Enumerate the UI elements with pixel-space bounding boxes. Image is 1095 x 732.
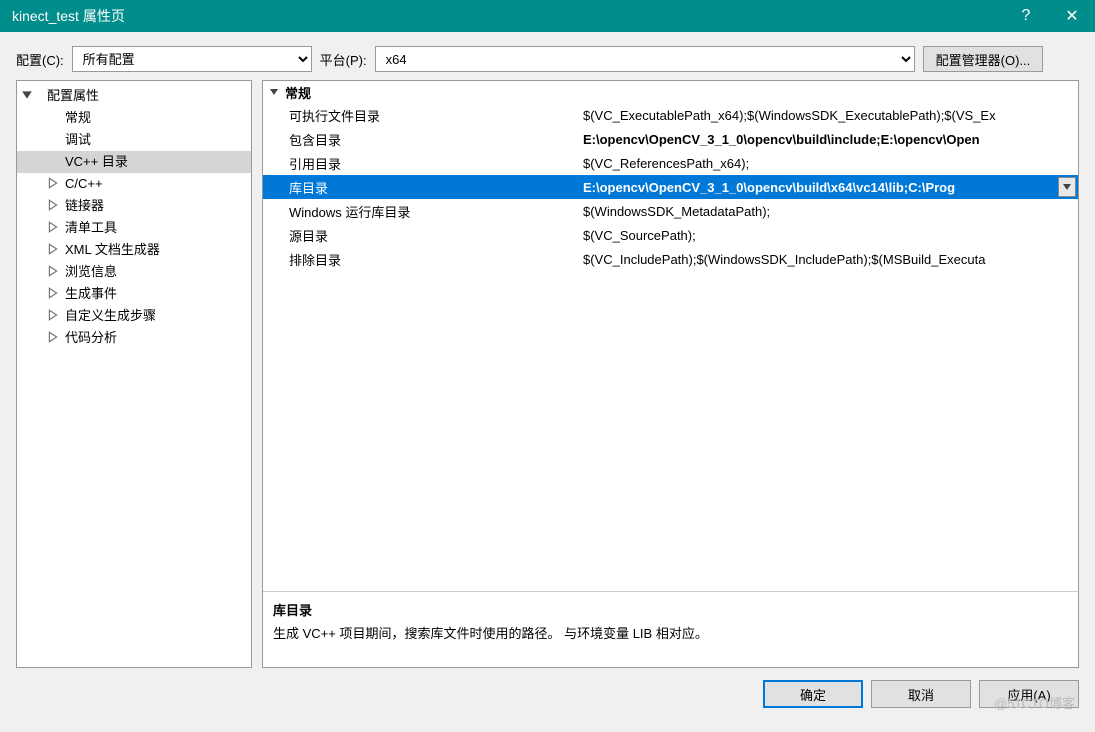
property-value[interactable]: $(WindowsSDK_MetadataPath); [583,204,1078,219]
apply-button[interactable]: 应用(A) [979,680,1079,708]
property-row[interactable]: 库目录E:\opencv\OpenCV_3_1_0\opencv\build\x… [263,175,1078,199]
tree-item-label: 清单工具 [65,220,117,235]
property-row[interactable]: 源目录$(VC_SourcePath); [263,223,1078,247]
property-key: Windows 运行库目录 [263,202,583,221]
tree-item-label: 链接器 [65,198,104,213]
property-value[interactable]: E:\opencv\OpenCV_3_1_0\opencv\build\incl… [583,132,1078,147]
property-key: 源目录 [263,226,583,245]
property-tree[interactable]: 配置属性 常规调试 VC++ 目录 C/C++ 链接器清单工具 XML 文档生成器浏览信… [16,80,252,668]
tree-item[interactable]: 自定义生成步骤 [17,305,251,327]
property-value[interactable]: E:\opencv\OpenCV_3_1_0\opencv\build\x64\… [583,180,1058,195]
property-value[interactable]: $(VC_ExecutablePath_x64);$(WindowsSDK_Ex… [583,108,1078,123]
tree-item[interactable]: VC++ 目录 [17,151,251,173]
tree-item[interactable]: XML 文档生成器 [17,239,251,261]
property-value[interactable]: $(VC_ReferencesPath_x64); [583,156,1078,171]
chevron-down-icon [269,87,279,97]
description-text: 生成 VC++ 项目期间，搜索库文件时使用的路径。 与环境变量 LIB 相对应。 [273,623,1068,642]
config-label: 配置(C): [16,50,64,69]
property-grid-panel: 常规 可执行文件目录$(VC_ExecutablePath_x64);$(Win… [262,80,1079,668]
dialog-buttons: 确定 取消 应用(A) [0,668,1095,708]
caret-right-icon [47,265,59,277]
tree-root[interactable]: 配置属性 [17,85,251,107]
property-key: 排除目录 [263,250,583,269]
tree-item[interactable]: 浏览信息 [17,261,251,283]
tree-item-label: 自定义生成步骤 [65,308,156,323]
tree-item-label: XML 文档生成器 [65,242,160,257]
property-row[interactable]: Windows 运行库目录$(WindowsSDK_MetadataPath); [263,199,1078,223]
tree-item[interactable]: 常规 [17,107,251,129]
property-key: 包含目录 [263,130,583,149]
property-key: 库目录 [263,178,583,197]
caret-right-icon [47,331,59,343]
cancel-button[interactable]: 取消 [871,680,971,708]
tree-item[interactable]: 清单工具 [17,217,251,239]
description-panel: 库目录 生成 VC++ 项目期间，搜索库文件时使用的路径。 与环境变量 LIB … [263,591,1078,667]
close-button[interactable]: ✕ [1049,0,1095,32]
property-group-header[interactable]: 常规 [263,81,1078,103]
caret-right-icon [47,199,59,211]
description-title: 库目录 [273,600,1068,619]
tree-item[interactable]: 链接器 [17,195,251,217]
property-row[interactable]: 排除目录$(VC_IncludePath);$(WindowsSDK_Inclu… [263,247,1078,271]
property-row[interactable]: 可执行文件目录$(VC_ExecutablePath_x64);$(Window… [263,103,1078,127]
property-value[interactable]: $(VC_SourcePath); [583,228,1078,243]
help-button[interactable]: ? [1003,0,1049,32]
tree-item-label: C/C++ [65,176,103,191]
tree-item[interactable]: 生成事件 [17,283,251,305]
chevron-down-icon [1063,184,1071,190]
caret-right-icon [47,287,59,299]
tree-item-label: 浏览信息 [65,264,117,279]
ok-button[interactable]: 确定 [763,680,863,708]
property-row[interactable]: 引用目录$(VC_ReferencesPath_x64); [263,151,1078,175]
caret-right-icon [47,221,59,233]
tree-item[interactable]: 调试 [17,129,251,151]
property-value[interactable]: $(VC_IncludePath);$(WindowsSDK_IncludePa… [583,252,1078,267]
property-key: 引用目录 [263,154,583,173]
platform-label: 平台(P): [320,50,367,69]
tree-item-label: 生成事件 [65,286,117,301]
config-select[interactable]: 所有配置 [72,46,312,72]
tree-item-label: 调试 [65,132,91,147]
platform-select[interactable]: x64 [375,46,915,72]
caret-right-icon [47,177,59,189]
caret-right-icon [47,243,59,255]
tree-item-label: 常规 [65,110,91,125]
caret-down-icon [21,89,33,101]
tree-item-label: 代码分析 [65,330,117,345]
property-row[interactable]: 包含目录E:\opencv\OpenCV_3_1_0\opencv\build\… [263,127,1078,151]
property-key: 可执行文件目录 [263,106,583,125]
tree-item-label: VC++ 目录 [65,154,128,169]
dropdown-button[interactable] [1058,177,1076,197]
window-titlebar: kinect_test 属性页 ? ✕ [0,0,1095,32]
config-manager-button[interactable]: 配置管理器(O)... [923,46,1044,72]
tree-item[interactable]: 代码分析 [17,327,251,349]
caret-right-icon [47,309,59,321]
config-toolbar: 配置(C): 所有配置 平台(P): x64 配置管理器(O)... [0,32,1095,80]
window-title: kinect_test 属性页 [12,6,1003,26]
tree-item[interactable]: C/C++ [17,173,251,195]
property-grid[interactable]: 常规 可执行文件目录$(VC_ExecutablePath_x64);$(Win… [263,81,1078,591]
